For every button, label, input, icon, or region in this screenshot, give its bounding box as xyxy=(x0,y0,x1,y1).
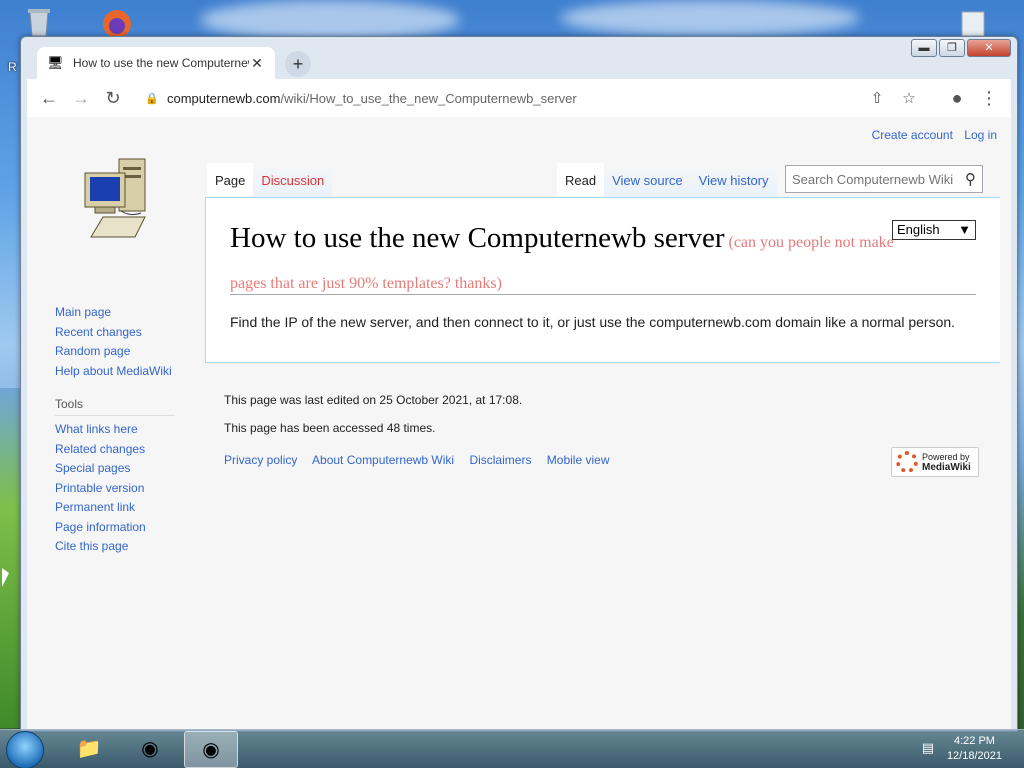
browser-window: ▬ ❐ ✕ 🖥 How to use the new Computernewb … xyxy=(20,36,1018,732)
tab-discussion[interactable]: Discussion xyxy=(253,163,333,197)
url-path: /wiki/How_to_use_the_new_Computernewb_se… xyxy=(280,90,577,106)
chrome-taskbar-icon[interactable]: ◉ xyxy=(184,731,238,768)
file-explorer-icon[interactable]: 📁 xyxy=(62,731,116,768)
clock-date: 12/18/2021 xyxy=(946,750,1002,762)
system-clock[interactable]: 4:22 PM 12/18/2021 xyxy=(947,734,1002,764)
privacy-policy-link[interactable]: Privacy policy xyxy=(224,453,297,467)
last-edited-text: This page was last edited on 25 October … xyxy=(224,393,523,407)
article-body: Find the IP of the new server, and then … xyxy=(230,314,956,330)
mobile-view-link[interactable]: Mobile view xyxy=(547,453,610,467)
desktop-file-icon[interactable] xyxy=(956,10,990,37)
site-logo-computer-icon[interactable] xyxy=(81,155,153,239)
menu-kebab-icon[interactable]: ⋮ xyxy=(973,88,1005,109)
tab-strip: 🖥 How to use the new Computernewb server… xyxy=(27,45,927,79)
share-icon[interactable]: ⇧ xyxy=(861,89,893,107)
footer-links: Privacy policy About Computernewb Wiki D… xyxy=(224,453,622,467)
powered-by-line1: Powered by xyxy=(922,451,970,462)
page-title: How to use the new Computernewb server (… xyxy=(230,218,900,304)
tab-title: How to use the new Computernewb server xyxy=(73,56,249,70)
web-page: Create account Log in Main page Recent c… xyxy=(27,117,1011,729)
browser-tab[interactable]: 🖥 How to use the new Computernewb server… xyxy=(37,47,275,79)
language-select[interactable]: English ▼ xyxy=(892,220,976,240)
address-bar[interactable]: 🔒 computernewb.com/wiki/How_to_use_the_n… xyxy=(135,83,935,113)
tab-page[interactable]: Page xyxy=(207,163,254,197)
personal-links: Create account Log in xyxy=(864,128,997,142)
sidebar-item-page-information[interactable]: Page information xyxy=(55,518,205,538)
create-account-link[interactable]: Create account xyxy=(872,128,953,142)
sidebar-item-special-pages[interactable]: Special pages xyxy=(55,459,205,479)
chevron-down-icon: ▼ xyxy=(958,222,971,237)
sidebar-item-help[interactable]: Help about MediaWiki xyxy=(55,362,205,382)
page-title-text: How to use the new Computernewb server xyxy=(230,222,725,254)
namespace-tabs: Page Discussion xyxy=(207,163,333,197)
desktop-icon-label: R xyxy=(8,60,17,74)
sidebar-item-recent-changes[interactable]: Recent changes xyxy=(55,323,205,343)
title-divider xyxy=(230,294,976,295)
about-link[interactable]: About Computernewb Wiki xyxy=(312,453,454,467)
tab-view-source[interactable]: View source xyxy=(604,163,691,197)
lock-icon[interactable]: 🔒 xyxy=(145,92,159,105)
powered-by-mediawiki-badge[interactable]: Powered by MediaWiki xyxy=(891,447,979,477)
back-button[interactable]: ← xyxy=(33,88,65,109)
sidebar-item-cite-this-page[interactable]: Cite this page xyxy=(55,537,205,557)
article-content: English ▼ How to use the new Computernew… xyxy=(205,197,1000,363)
sidebar-item-main-page[interactable]: Main page xyxy=(55,303,205,323)
forward-button[interactable]: → xyxy=(65,88,97,109)
wiki-favicon-icon: 🖥 xyxy=(47,55,64,70)
tools-heading: Tools xyxy=(55,397,175,416)
desktop-cloud xyxy=(200,0,460,40)
access-count-text: This page has been accessed 48 times. xyxy=(224,421,436,435)
sidebar-navigation: Main page Recent changes Random page Hel… xyxy=(55,303,205,557)
sidebar-item-printable-version[interactable]: Printable version xyxy=(55,479,205,499)
profile-icon[interactable]: ● xyxy=(941,88,973,109)
sidebar-item-related-changes[interactable]: Related changes xyxy=(55,440,205,460)
log-in-link[interactable]: Log in xyxy=(964,128,997,142)
search-icon[interactable]: ⚲ xyxy=(965,170,976,188)
powered-by-line2: MediaWiki xyxy=(922,461,971,473)
desktop-cloud xyxy=(560,0,860,36)
wiki-search-box[interactable]: ⚲ xyxy=(785,165,983,193)
url-text[interactable]: computernewb.com/wiki/How_to_use_the_new… xyxy=(167,91,861,106)
view-tabs: Read View source View history xyxy=(557,163,777,197)
tab-view-history[interactable]: View history xyxy=(690,163,777,197)
clock-time: 4:22 PM xyxy=(953,735,995,747)
page-footer-info: This page was last edited on 25 October … xyxy=(224,393,522,449)
mouse-cursor-icon xyxy=(2,568,9,587)
search-input[interactable] xyxy=(792,171,965,187)
firefox-taskbar-icon[interactable]: ◉ xyxy=(123,731,177,768)
language-selected-value: English xyxy=(897,222,940,237)
start-button[interactable] xyxy=(6,731,44,768)
firefox-icon[interactable] xyxy=(96,6,138,38)
disclaimers-link[interactable]: Disclaimers xyxy=(469,453,531,467)
sidebar-item-permanent-link[interactable]: Permanent link xyxy=(55,498,205,518)
sidebar-item-what-links-here[interactable]: What links here xyxy=(55,420,205,440)
recycle-bin-icon[interactable] xyxy=(22,6,56,37)
close-tab-icon[interactable]: ✕ xyxy=(249,55,265,72)
taskbar: 📁 ◉ ◉ ▤ 4:22 PM 12/18/2021 xyxy=(0,729,1024,768)
mediawiki-flower-icon xyxy=(896,451,918,473)
tab-read[interactable]: Read xyxy=(557,163,605,197)
sidebar-item-random-page[interactable]: Random page xyxy=(55,342,205,362)
browser-toolbar: ← → ↻ 🔒 computernewb.com/wiki/How_to_use… xyxy=(27,79,1011,117)
new-tab-button[interactable]: + xyxy=(285,51,311,77)
network-icon[interactable]: ▤ xyxy=(922,740,934,756)
close-window-button[interactable]: ✕ xyxy=(967,39,1011,57)
url-domain: computernewb.com xyxy=(167,90,281,106)
bookmark-star-icon[interactable]: ☆ xyxy=(893,89,925,107)
maximize-button[interactable]: ❐ xyxy=(939,39,965,57)
reload-button[interactable]: ↻ xyxy=(97,88,129,109)
